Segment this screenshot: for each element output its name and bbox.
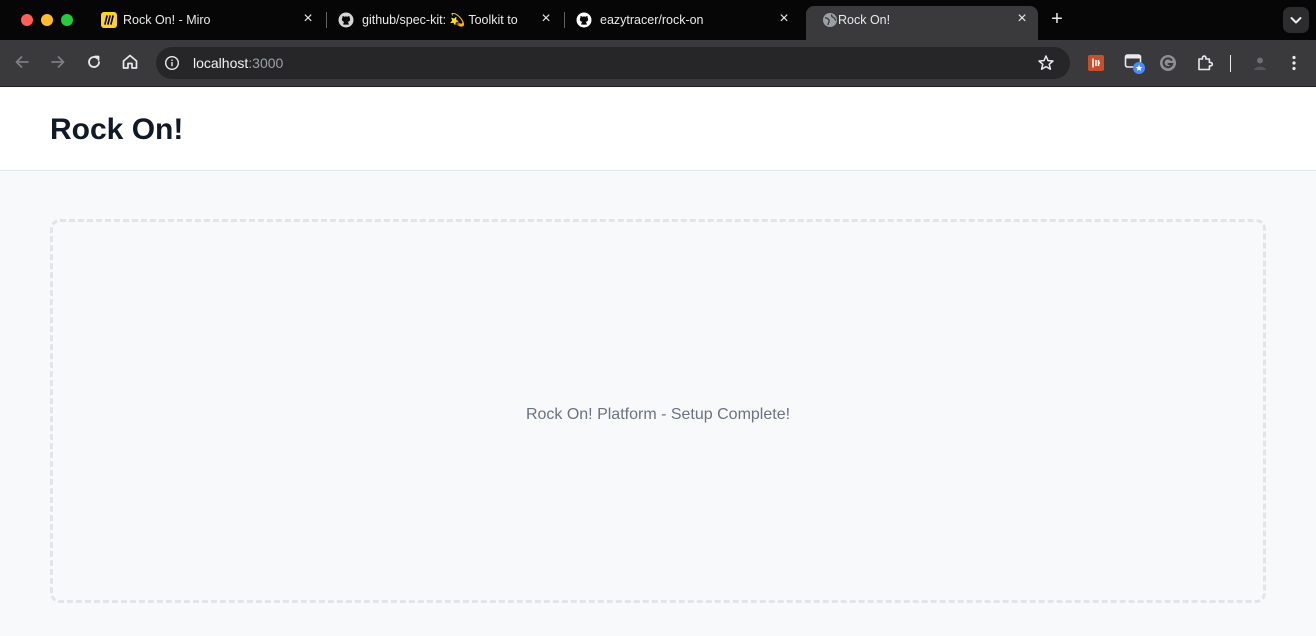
forward-arrow-icon[interactable]	[48, 52, 68, 72]
tab-strip: Rock On! - Miro × github/spec-kit: 💫 Too…	[0, 0, 1316, 40]
close-icon[interactable]: ×	[1014, 11, 1030, 27]
close-icon[interactable]: ×	[776, 11, 792, 27]
miro-icon	[101, 12, 117, 28]
reload-icon[interactable]	[84, 52, 104, 72]
tab-rock-on-localhost[interactable]: Rock On! ×	[806, 6, 1038, 40]
close-icon[interactable]: ×	[300, 11, 316, 27]
github-icon	[338, 12, 354, 28]
site-info-icon[interactable]	[164, 55, 180, 71]
tab-search-button[interactable]	[1283, 7, 1309, 33]
tab-title: github/spec-kit: 💫 Toolkit to	[362, 13, 518, 27]
grammarly-icon[interactable]	[1158, 53, 1178, 73]
tab-title: Rock On!	[838, 13, 891, 27]
close-icon[interactable]: ×	[538, 11, 554, 27]
extension-red-icon[interactable]	[1086, 53, 1106, 73]
placeholder-panel: Rock On! Platform - Setup Complete!	[50, 219, 1266, 603]
browser-toolbar: localhost:3000	[0, 40, 1316, 87]
tab-rock-on-repo[interactable]: eazytracer/rock-on ×	[560, 6, 800, 40]
globe-icon	[823, 13, 837, 27]
url-port: :3000	[248, 55, 284, 71]
more-menu-icon[interactable]	[1284, 53, 1304, 73]
main-content: Rock On! Platform - Setup Complete!	[0, 171, 1316, 636]
profile-avatar-icon[interactable]	[1250, 53, 1270, 73]
chevron-down-icon	[1290, 17, 1302, 24]
puzzle-piece-icon[interactable]	[1195, 53, 1215, 73]
github-icon	[576, 12, 592, 28]
url-host: localhost	[193, 55, 249, 71]
maximize-window-button[interactable]	[61, 14, 73, 26]
tab-title: eazytracer/rock-on	[600, 13, 704, 27]
app-header: Rock On!	[0, 88, 1316, 171]
setup-status-message: Rock On! Platform - Setup Complete!	[525, 406, 791, 423]
minimize-window-button[interactable]	[41, 14, 53, 26]
tab-spec-kit[interactable]: github/spec-kit: 💫 Toolkit to ×	[322, 6, 562, 40]
tab-miro[interactable]: Rock On! - Miro ×	[85, 6, 325, 40]
url-text: localhost:3000	[193, 55, 283, 71]
bookmark-star-icon[interactable]	[1037, 54, 1055, 72]
back-arrow-icon[interactable]	[12, 52, 32, 72]
tab-title: Rock On! - Miro	[123, 13, 211, 27]
new-tab-button[interactable]: +	[1047, 9, 1067, 30]
toolbar-divider	[1230, 55, 1231, 72]
close-window-button[interactable]	[21, 14, 33, 26]
home-icon[interactable]	[120, 52, 140, 72]
address-bar[interactable]: localhost:3000	[156, 47, 1070, 79]
page-title: Rock On!	[50, 113, 184, 146]
extension-window-badge-icon[interactable]	[1124, 52, 1148, 76]
